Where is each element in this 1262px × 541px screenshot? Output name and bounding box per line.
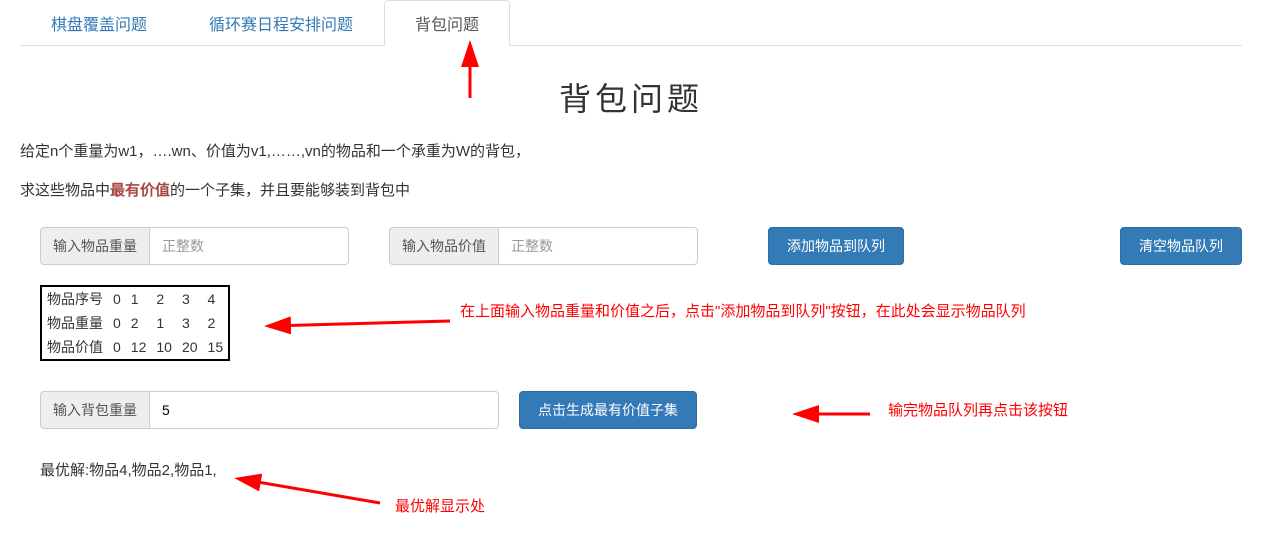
value-input-group: 输入物品价值 (389, 227, 698, 265)
description-line2: 求这些物品中最有价值的一个子集，并且要能够装到背包中 (20, 179, 1242, 203)
cell: 3 (177, 286, 203, 311)
cell: 2 (203, 311, 230, 335)
cell: 4 (203, 286, 230, 311)
tabs-bar: 棋盘覆盖问题 循环赛日程安排问题 背包问题 (20, 0, 1242, 46)
result-line: 最优解:物品4,物品2,物品1, (20, 459, 1242, 480)
description-emph: 最有价值 (110, 182, 170, 199)
capacity-input[interactable] (149, 391, 499, 429)
cell: 1 (126, 286, 152, 311)
cell: 20 (177, 335, 203, 360)
tab-roundrobin[interactable]: 循环赛日程安排问题 (178, 0, 384, 46)
add-item-button[interactable]: 添加物品到队列 (768, 227, 904, 265)
description-before: 求这些物品中 (20, 182, 110, 199)
capacity-input-label: 输入背包重量 (40, 391, 149, 429)
input-row: 输入物品重量 输入物品价值 添加物品到队列 清空物品队列 (20, 227, 1242, 265)
cell: 2 (126, 311, 152, 335)
cell: 10 (151, 335, 177, 360)
value-input[interactable] (498, 227, 698, 265)
weight-input-group: 输入物品重量 (40, 227, 349, 265)
capacity-input-group: 输入背包重量 (40, 391, 499, 429)
table-row: 物品价值 0 12 10 20 15 (41, 335, 229, 360)
cell: 15 (203, 335, 230, 360)
page-title: 背包问题 (20, 74, 1242, 120)
table-row: 物品序号 0 1 2 3 4 (41, 286, 229, 311)
weight-input-label: 输入物品重量 (40, 227, 149, 265)
capacity-row: 输入背包重量 点击生成最有价值子集 (20, 391, 1242, 429)
generate-button[interactable]: 点击生成最有价值子集 (519, 391, 697, 429)
tab-knapsack[interactable]: 背包问题 (384, 0, 510, 46)
description-line1: 给定n个重量为w1，….wn、价值为v1,……,vn的物品和一个承重为W的背包， (20, 140, 1242, 164)
description-after: 的一个子集，并且要能够装到背包中 (170, 182, 410, 199)
cell: 0 (108, 335, 126, 360)
cell: 12 (126, 335, 152, 360)
cell: 3 (177, 311, 203, 335)
result-prefix: 最优解: (40, 462, 89, 479)
annotation-result-hint: 最优解显示处 (395, 496, 485, 519)
cell: 0 (108, 311, 126, 335)
tab-chessboard[interactable]: 棋盘覆盖问题 (20, 0, 178, 46)
cell: 2 (151, 286, 177, 311)
value-input-label: 输入物品价值 (389, 227, 498, 265)
row-label-value: 物品价值 (41, 335, 108, 360)
content-pane: 背包问题 给定n个重量为w1，….wn、价值为v1,……,vn的物品和一个承重为… (0, 46, 1262, 490)
cell: 0 (108, 286, 126, 311)
row-label-index: 物品序号 (41, 286, 108, 311)
cell: 1 (151, 311, 177, 335)
weight-input[interactable] (149, 227, 349, 265)
clear-queue-button[interactable]: 清空物品队列 (1120, 227, 1242, 265)
row-label-weight: 物品重量 (41, 311, 108, 335)
table-row: 物品重量 0 2 1 3 2 (41, 311, 229, 335)
items-table: 物品序号 0 1 2 3 4 物品重量 0 2 1 3 2 物品价值 0 12 … (40, 285, 230, 361)
result-value: 物品4,物品2,物品1, (89, 462, 217, 479)
